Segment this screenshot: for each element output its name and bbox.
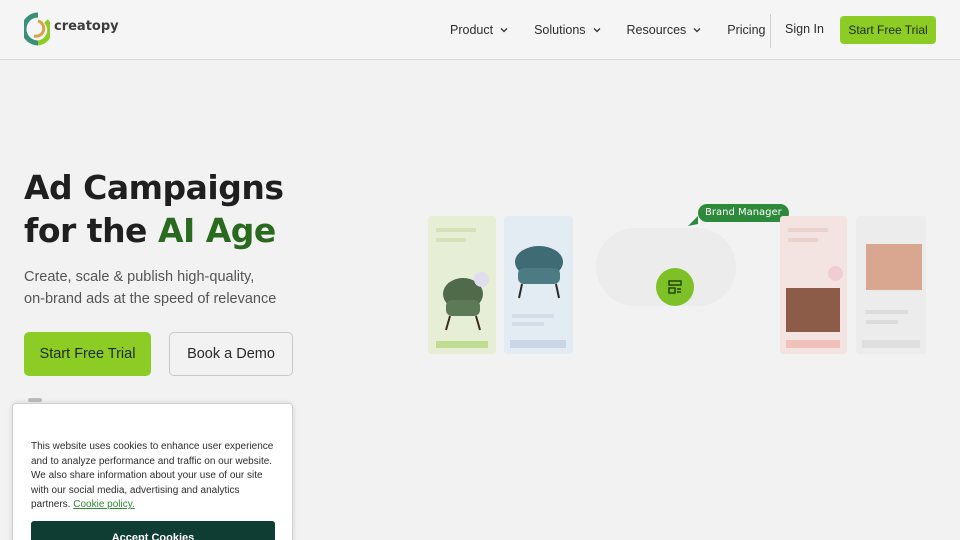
nav-label: Pricing (727, 23, 766, 37)
brand-manager-badge: Brand Manager (698, 204, 789, 222)
hero-title-prefix: for the (24, 211, 158, 250)
logo[interactable]: creatopy (24, 12, 119, 46)
hero-illustration: Brand Manager (420, 200, 940, 370)
hub-node (656, 268, 694, 306)
sign-in-link[interactable]: Sign In (785, 22, 824, 36)
decor-dot (828, 266, 843, 281)
cursor-arrow-icon (688, 216, 698, 226)
start-free-trial-button[interactable]: Start Free Trial (24, 332, 151, 376)
hero-title-line1: Ad Campaigns (24, 168, 284, 207)
chevron-down-icon (593, 28, 600, 33)
hero-title-accent: AI Age (157, 211, 276, 250)
hero-subtitle: Create, scale & publish high-quality, on… (24, 266, 276, 310)
cookie-policy-link[interactable]: Cookie policy. (73, 499, 135, 510)
sofa-image (866, 244, 922, 290)
accept-cookies-button[interactable]: Accept Cookies (31, 521, 275, 540)
hero-title: Ad Campaigns for the AI Age (24, 166, 284, 252)
nav-label: Product (450, 23, 494, 37)
decor-dot (474, 272, 489, 287)
chevron-down-icon (500, 28, 508, 33)
cookie-message: This website uses cookies to enhance use… (31, 441, 274, 511)
nav-label: Solutions (534, 23, 586, 37)
hero-subtitle-line1: Create, scale & publish high-quality, (24, 269, 255, 285)
cookie-banner: This website uses cookies to enhance use… (12, 403, 293, 540)
sofa-image (786, 288, 840, 332)
site-header: creatopy Product Solutions Resources Pri… (0, 0, 960, 60)
header-start-trial-button[interactable]: Start Free Trial (840, 16, 936, 44)
nav-label: Resources (626, 23, 687, 37)
nav-pricing[interactable]: Pricing (727, 23, 765, 37)
hero-subtitle-line2: on-brand ads at the speed of relevance (24, 291, 277, 307)
nav-divider (770, 14, 771, 48)
main-nav: Product Solutions Resources Pricing (450, 0, 791, 60)
ad-card-grey (856, 216, 926, 354)
cookie-text: This website uses cookies to enhance use… (31, 440, 281, 513)
nav-product[interactable]: Product (450, 23, 509, 37)
creatopy-logo-icon (24, 12, 50, 46)
armchair-image (515, 246, 563, 299)
layout-icon (668, 280, 682, 294)
ad-card-blue (504, 216, 573, 354)
nav-solutions[interactable]: Solutions (534, 23, 601, 37)
ad-card-pink (780, 216, 847, 354)
nav-resources[interactable]: Resources (627, 23, 703, 37)
logo-text: creatopy (54, 18, 119, 34)
book-demo-button[interactable]: Book a Demo (169, 332, 293, 376)
hidden-element-peek (28, 398, 42, 402)
chevron-down-icon (693, 28, 701, 33)
